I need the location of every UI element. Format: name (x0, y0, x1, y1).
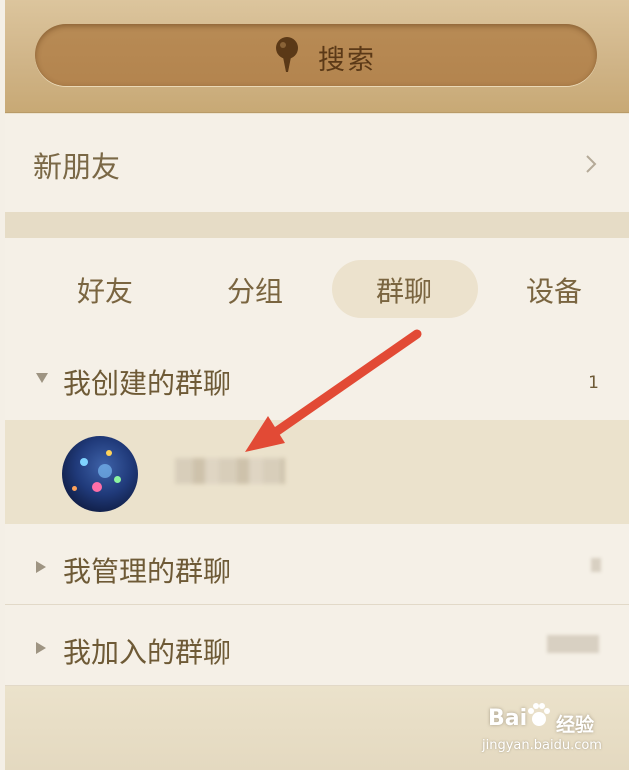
watermark-suffix: 经验 (556, 714, 595, 736)
group-count: 1 (588, 373, 599, 393)
search-label: 搜索 (318, 45, 376, 76)
paw-icon (528, 703, 550, 726)
tab-devices[interactable]: 设备 (526, 270, 582, 310)
group-name-redacted (175, 458, 285, 484)
group-section-created[interactable]: 我创建的群聊 1 (5, 340, 629, 421)
group-section-label: 我创建的群聊 (63, 367, 232, 400)
avatar (62, 436, 138, 512)
tab-groups[interactable]: 分组 (227, 270, 283, 310)
count-redacted (591, 558, 601, 572)
contacts-screen: 搜索 新朋友 好友 分组 群聊 设备 我创建的群聊 1 我管理的群聊 我加入的群… (5, 0, 629, 770)
watermark-site: jingyan.baidu.com (482, 738, 602, 753)
group-section-label: 我加入的群聊 (63, 636, 232, 669)
group-section-label: 我管理的群聊 (63, 555, 232, 588)
group-chat-item[interactable] (5, 420, 629, 524)
chevron-right-icon (586, 155, 597, 173)
new-friends-row[interactable]: 新朋友 (5, 114, 629, 212)
pin-icon (276, 37, 298, 72)
triangle-down-icon (36, 373, 48, 383)
triangle-right-icon (36, 642, 46, 654)
tab-group-chats[interactable]: 群聊 (376, 270, 432, 310)
tab-friends[interactable]: 好友 (77, 270, 133, 310)
section-gap (5, 212, 629, 238)
watermark-brand: Bai (488, 706, 528, 731)
group-section-managed[interactable]: 我管理的群聊 (5, 524, 629, 605)
contact-tabs: 好友 分组 群聊 设备 (5, 238, 629, 341)
search-header: 搜索 (5, 0, 629, 113)
search-button[interactable]: 搜索 (35, 24, 597, 86)
triangle-right-icon (36, 561, 46, 573)
new-friends-label: 新朋友 (33, 150, 121, 184)
count-redacted (547, 635, 599, 653)
group-section-joined[interactable]: 我加入的群聊 (5, 605, 629, 686)
